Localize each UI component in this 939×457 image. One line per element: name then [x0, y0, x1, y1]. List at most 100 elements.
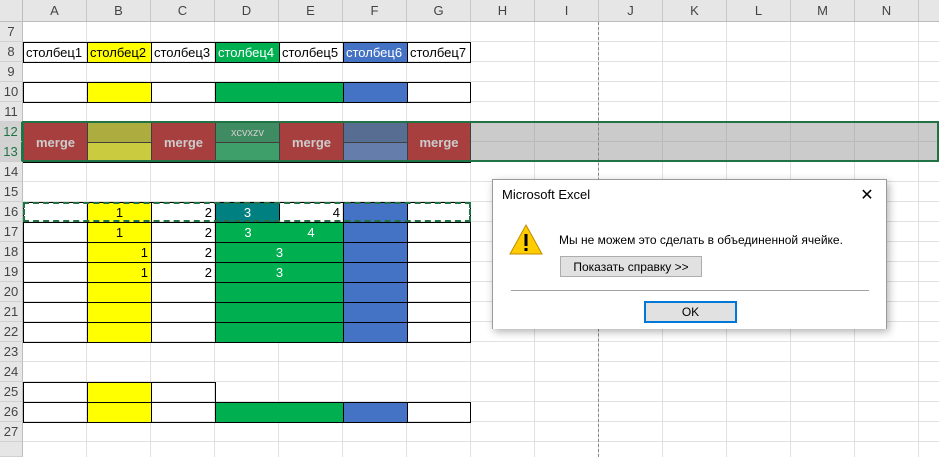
cell-b8[interactable]: столбец2: [87, 42, 152, 63]
cell-g18[interactable]: [407, 242, 471, 263]
merged-cell-a12[interactable]: merge: [23, 122, 88, 163]
cell-a8[interactable]: столбец1: [23, 42, 88, 63]
cell-c8[interactable]: столбец3: [151, 42, 216, 63]
cell-e16[interactable]: 4: [279, 202, 344, 223]
cell-a26[interactable]: [23, 402, 88, 423]
cell-b19[interactable]: 1: [87, 262, 152, 283]
row-header-14[interactable]: 14: [0, 162, 23, 182]
cell-b21[interactable]: [87, 302, 152, 323]
row-header-23[interactable]: 23: [0, 342, 23, 362]
cell-b10[interactable]: [87, 82, 152, 103]
cell-b20[interactable]: [87, 282, 152, 303]
column-header-n[interactable]: N: [855, 0, 919, 22]
cell-a16[interactable]: [23, 202, 88, 223]
row-header-11[interactable]: 11: [0, 102, 23, 122]
cell-b13[interactable]: [87, 142, 152, 163]
cell-a17[interactable]: [23, 222, 88, 243]
select-all-corner[interactable]: [0, 0, 23, 22]
cell-d10-e10-merged[interactable]: [215, 82, 344, 103]
cell-d16[interactable]: 3: [215, 202, 280, 223]
row-header-28[interactable]: [0, 442, 23, 457]
cell-b12[interactable]: [87, 122, 152, 143]
row-header-22[interactable]: 22: [0, 322, 23, 342]
cell-b22[interactable]: [87, 322, 152, 343]
column-header-d[interactable]: D: [215, 0, 279, 22]
show-help-button[interactable]: Показать справку >>: [560, 256, 702, 277]
cell-c17[interactable]: 2: [151, 222, 216, 243]
cell-f13[interactable]: [343, 142, 408, 163]
row-header-16[interactable]: 16: [0, 202, 23, 222]
cell-g20[interactable]: [407, 282, 471, 303]
column-header-k[interactable]: K: [663, 0, 727, 22]
column-header-l[interactable]: L: [727, 0, 791, 22]
dialog-title-bar[interactable]: Microsoft Excel ✕: [493, 180, 886, 210]
row-header-15[interactable]: 15: [0, 182, 23, 202]
cell-c19[interactable]: 2: [151, 262, 216, 283]
cell-f8[interactable]: столбец6: [343, 42, 408, 63]
merged-cell-c12[interactable]: merge: [151, 122, 216, 163]
cell-c26[interactable]: [151, 402, 216, 423]
column-header-g[interactable]: G: [407, 0, 471, 22]
column-header-a[interactable]: A: [23, 0, 87, 22]
cell-d26-e26-merged[interactable]: [215, 402, 344, 423]
cell-d12[interactable]: xcvxzv: [215, 122, 280, 143]
cell-c25[interactable]: [151, 382, 216, 403]
cell-a18[interactable]: [23, 242, 88, 263]
cell-d19-e19-merged[interactable]: 3: [215, 262, 344, 283]
column-header-i[interactable]: I: [535, 0, 599, 22]
row-header-10[interactable]: 10: [0, 82, 23, 102]
column-header-b[interactable]: B: [87, 0, 151, 22]
cell-a21[interactable]: [23, 302, 88, 323]
row-header-20[interactable]: 20: [0, 282, 23, 302]
row-header-26[interactable]: 26: [0, 402, 23, 422]
cell-c16[interactable]: 2: [151, 202, 216, 223]
cell-g17[interactable]: [407, 222, 471, 243]
cell-b18[interactable]: 1: [87, 242, 152, 263]
row-header-27[interactable]: 27: [0, 422, 23, 442]
cell-f22[interactable]: [343, 322, 408, 343]
column-header-f[interactable]: F: [343, 0, 407, 22]
close-icon[interactable]: ✕: [856, 184, 878, 206]
cell-d18-e18-merged[interactable]: 3: [215, 242, 344, 263]
row-header-7[interactable]: 7: [0, 22, 23, 42]
cell-d8[interactable]: столбец4: [215, 42, 280, 63]
row-header-18[interactable]: 18: [0, 242, 23, 262]
cell-g26[interactable]: [407, 402, 471, 423]
cell-c18[interactable]: 2: [151, 242, 216, 263]
row-header-13[interactable]: 13: [0, 142, 23, 162]
cell-b25[interactable]: [87, 382, 152, 403]
cell-d13[interactable]: [215, 142, 280, 163]
cell-b26[interactable]: [87, 402, 152, 423]
cell-f26[interactable]: [343, 402, 408, 423]
cell-e8[interactable]: столбец5: [279, 42, 344, 63]
column-header-e[interactable]: E: [279, 0, 343, 22]
cell-g8[interactable]: столбец7: [407, 42, 471, 63]
cell-e17[interactable]: 4: [279, 222, 344, 243]
cell-c22[interactable]: [151, 322, 216, 343]
row-header-25[interactable]: 25: [0, 382, 23, 402]
row-header-19[interactable]: 19: [0, 262, 23, 282]
ok-button[interactable]: OK: [644, 301, 737, 323]
row-header-17[interactable]: 17: [0, 222, 23, 242]
column-header-h[interactable]: H: [471, 0, 535, 22]
column-header-j[interactable]: J: [599, 0, 663, 22]
cell-g19[interactable]: [407, 262, 471, 283]
row-header-9[interactable]: 9: [0, 62, 23, 82]
cell-f16[interactable]: [343, 202, 408, 223]
cell-d17[interactable]: 3: [215, 222, 280, 243]
cell-c20[interactable]: [151, 282, 216, 303]
column-header-m[interactable]: M: [791, 0, 855, 22]
row-header-12[interactable]: 12: [0, 122, 23, 142]
cell-g21[interactable]: [407, 302, 471, 323]
cell-a25[interactable]: [23, 382, 88, 403]
cell-f18[interactable]: [343, 242, 408, 263]
cell-g10[interactable]: [407, 82, 471, 103]
cell-a22[interactable]: [23, 322, 88, 343]
merged-cell-e12[interactable]: merge: [279, 122, 344, 163]
merged-cell-g12[interactable]: merge: [407, 122, 471, 163]
error-dialog[interactable]: Microsoft Excel ✕ Мы не можем это сделат…: [492, 179, 887, 329]
cell-f21[interactable]: [343, 302, 408, 323]
cell-a20[interactable]: [23, 282, 88, 303]
cell-f20[interactable]: [343, 282, 408, 303]
cell-a10[interactable]: [23, 82, 88, 103]
